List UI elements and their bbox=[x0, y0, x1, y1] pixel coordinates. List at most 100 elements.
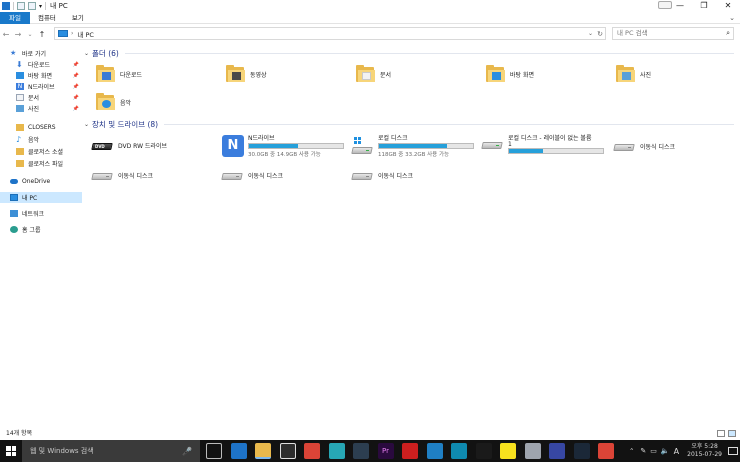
new-folder-icon[interactable] bbox=[28, 2, 36, 10]
details-view-icon[interactable] bbox=[717, 430, 725, 437]
group-divider bbox=[124, 52, 734, 54]
folder-item-music[interactable]: 음악 bbox=[96, 93, 131, 111]
tab-file[interactable]: 파일 bbox=[0, 11, 30, 24]
group-header-devices[interactable]: ⌄ 장치 및 드라이브 (8) bbox=[84, 118, 734, 130]
back-button[interactable]: ← bbox=[0, 30, 12, 39]
pin-icon[interactable]: 📌 bbox=[73, 106, 79, 112]
title-bar: ▾ 내 PC — ❐ ✕ bbox=[0, 0, 740, 12]
sidebar-item-desktop[interactable]: 바탕 화면 📌 bbox=[0, 70, 82, 81]
drive-item-removable-2[interactable]: 이동식 디스크 bbox=[91, 168, 153, 182]
sidebar-item-onedrive[interactable]: OneDrive bbox=[0, 176, 82, 187]
chrome-icon[interactable] bbox=[304, 443, 320, 459]
acrobat-icon[interactable] bbox=[402, 443, 418, 459]
sidebar-item-closers-files[interactable]: 클로저스 파일 bbox=[0, 158, 82, 169]
properties-icon[interactable] bbox=[17, 2, 25, 10]
drive-item-local-unlabeled[interactable]: 로컬 디스크 - 레이블이 없는 볼륨 1 bbox=[481, 133, 604, 154]
folder-icon bbox=[16, 124, 24, 131]
star-icon: ★ bbox=[10, 49, 17, 57]
pin-icon[interactable]: 📌 bbox=[73, 84, 79, 90]
collapse-chevron-icon[interactable]: ⌄ bbox=[84, 121, 89, 128]
steam-icon[interactable] bbox=[573, 443, 590, 459]
drive-item-ndrive[interactable]: N N드라이브 30.0GB 중 14.9GB 사용 가능 bbox=[222, 133, 344, 158]
sidebar-item-label: OneDrive bbox=[22, 178, 51, 185]
premiere-icon[interactable]: Pr bbox=[377, 443, 394, 459]
drive-item-dvd[interactable]: DVD DVD RW 드라이브 bbox=[91, 138, 167, 152]
sidebar-item-quick-access[interactable]: ★ 바로 가기 bbox=[0, 48, 82, 59]
sidebar-item-homegroup[interactable]: 홈 그룹 bbox=[0, 224, 82, 235]
minimize-button[interactable]: — bbox=[668, 0, 692, 12]
sidebar-item-ndrive[interactable]: N N드라이브 📌 bbox=[0, 81, 82, 92]
edge-icon[interactable] bbox=[230, 443, 247, 459]
sidebar-item-closers-social[interactable]: 클로저스 소셜 bbox=[0, 146, 82, 157]
file-explorer-icon[interactable] bbox=[255, 443, 271, 459]
tab-view[interactable]: 보기 bbox=[64, 12, 92, 24]
drive-free-space: 118GB 중 33.2GB 사용 가능 bbox=[378, 152, 450, 158]
sidebar-item-this-pc[interactable]: 내 PC bbox=[0, 192, 82, 203]
sidebar-item-downloads[interactable]: ⬇ 다운로드 📌 bbox=[0, 59, 82, 70]
pen-icon[interactable]: ✎ bbox=[640, 447, 646, 455]
recent-locations-button[interactable]: ⌄ bbox=[24, 31, 36, 38]
task-view-icon[interactable] bbox=[206, 443, 222, 459]
address-bar[interactable]: › 내 PC ⌄ ↻ bbox=[54, 27, 606, 40]
breadcrumb-this-pc[interactable]: 내 PC bbox=[77, 29, 94, 39]
drive-item-local-c[interactable]: 로컬 디스크 118GB 중 33.2GB 사용 가능 bbox=[351, 133, 474, 158]
app-silver-icon[interactable] bbox=[524, 443, 541, 459]
sidebar-item-closers[interactable]: CLOSERS bbox=[0, 122, 82, 133]
up-button[interactable]: ↑ bbox=[36, 30, 48, 39]
sidebar-item-pictures[interactable]: 사진 📌 bbox=[0, 103, 82, 114]
sidebar-item-music[interactable]: ♪ 음악 bbox=[0, 134, 82, 145]
store-icon[interactable] bbox=[279, 443, 296, 459]
chrome2-icon[interactable] bbox=[598, 443, 614, 459]
taskbar-search-input[interactable]: 웹 및 Windows 검색 🎤 bbox=[22, 440, 200, 462]
folder-item-desktop[interactable]: 바탕 화면 bbox=[486, 65, 534, 83]
maximize-button[interactable]: ❐ bbox=[692, 0, 716, 12]
customize-qat-icon[interactable]: ▾ bbox=[39, 3, 42, 10]
tiktok-icon[interactable] bbox=[475, 443, 492, 459]
pin-icon[interactable]: 📌 bbox=[73, 73, 79, 79]
app-blue-icon[interactable] bbox=[426, 443, 443, 459]
folder-item-pictures[interactable]: 사진 bbox=[616, 65, 651, 83]
group-header-folders[interactable]: ⌄ 폴더 (6) bbox=[84, 47, 734, 59]
sidebar-item-documents[interactable]: 문서 📌 bbox=[0, 92, 82, 103]
search-icon[interactable]: ⌕ bbox=[726, 28, 730, 39]
action-center-icon[interactable] bbox=[728, 447, 738, 455]
folder-label: 음악 bbox=[120, 99, 132, 107]
collapse-chevron-icon[interactable]: ⌄ bbox=[84, 50, 89, 57]
pin-icon[interactable]: 📌 bbox=[73, 95, 79, 101]
app-cyan-icon[interactable] bbox=[451, 443, 467, 459]
pin-icon[interactable]: 📌 bbox=[73, 62, 79, 68]
forward-button[interactable]: → bbox=[12, 30, 24, 39]
breadcrumb-separator[interactable]: › bbox=[71, 30, 73, 37]
drive-label: 이동식 디스크 bbox=[640, 143, 676, 151]
tab-computer[interactable]: 컴퓨터 bbox=[30, 12, 64, 24]
expand-ribbon-icon[interactable]: ⌄ bbox=[729, 14, 735, 22]
taskbar: 웹 및 Windows 검색 🎤 Pr ⌃ ✎ ▭ 🔈 A 오후 5:28 20… bbox=[0, 440, 740, 462]
sidebar-item-network[interactable]: 네트워크 bbox=[0, 208, 82, 219]
microphone-icon[interactable]: 🎤 bbox=[182, 447, 192, 456]
navigation-row: ← → ⌄ ↑ › 내 PC ⌄ ↻ 내 PC 검색 ⌕ bbox=[0, 27, 740, 41]
app-dark-icon[interactable] bbox=[353, 443, 369, 459]
quick-access-toolbar: ▾ bbox=[0, 2, 47, 10]
show-hidden-icons-icon[interactable]: ⌃ bbox=[629, 447, 634, 455]
drive-item-removable-1[interactable]: 이동식 디스크 bbox=[613, 139, 676, 153]
app-navy-icon[interactable] bbox=[549, 443, 565, 459]
search-input[interactable]: 내 PC 검색 ⌕ bbox=[612, 27, 734, 40]
large-icons-view-icon[interactable] bbox=[728, 430, 736, 437]
volume-icon[interactable]: 🔈 bbox=[661, 447, 670, 455]
status-bar: 14개 항목 bbox=[0, 428, 740, 440]
folder-item-videos[interactable]: 동영상 bbox=[226, 65, 267, 83]
refresh-button[interactable]: ↻ bbox=[597, 30, 603, 38]
kakaotalk-icon[interactable] bbox=[500, 443, 516, 459]
drive-item-removable-3[interactable]: 이동식 디스크 bbox=[221, 168, 283, 182]
input-language-icon[interactable]: A bbox=[674, 447, 679, 456]
address-dropdown-icon[interactable]: ⌄ bbox=[588, 30, 593, 37]
network-tray-icon[interactable]: ▭ bbox=[650, 447, 657, 455]
folder-item-downloads[interactable]: 다운로드 bbox=[96, 65, 142, 83]
close-button[interactable]: ✕ bbox=[716, 0, 740, 12]
clock[interactable]: 오후 5:28 2015-07-29 bbox=[687, 443, 722, 459]
app-teal-icon[interactable] bbox=[328, 443, 345, 459]
drive-item-removable-4[interactable]: 이동식 디스크 bbox=[351, 168, 413, 182]
desktop-icon bbox=[16, 72, 24, 79]
folder-item-documents[interactable]: 문서 bbox=[356, 65, 391, 83]
start-button[interactable] bbox=[0, 440, 22, 462]
